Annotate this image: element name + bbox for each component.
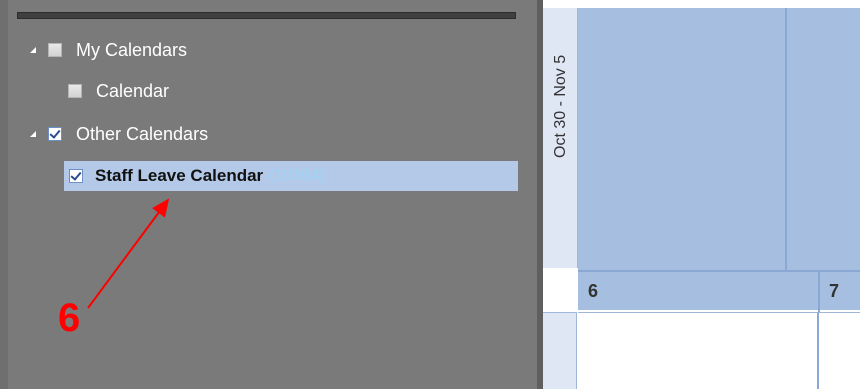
date-number[interactable]: 7 bbox=[829, 281, 839, 302]
week-label-cell[interactable] bbox=[543, 312, 577, 389]
day-separator bbox=[818, 272, 820, 312]
calendar-month-view: Oct 30 - Nov 5 6 7 bbox=[543, 0, 860, 389]
calendar-navigation-pane: My Calendars Calendar Other Calendars St… bbox=[0, 0, 537, 389]
day-cell[interactable] bbox=[819, 312, 860, 389]
day-cell[interactable] bbox=[578, 312, 819, 389]
date-number[interactable]: 6 bbox=[588, 281, 598, 302]
week-range-label: Oct 30 - Nov 5 bbox=[552, 54, 569, 158]
annotation-arrow bbox=[87, 198, 170, 309]
day-separator bbox=[785, 8, 787, 270]
week-day-cells[interactable] bbox=[578, 8, 860, 270]
annotation-step-number: 6 bbox=[58, 296, 81, 340]
date-header-row: 6 7 bbox=[578, 270, 860, 312]
week-label-cell[interactable]: Oct 30 - Nov 5 bbox=[543, 8, 578, 268]
